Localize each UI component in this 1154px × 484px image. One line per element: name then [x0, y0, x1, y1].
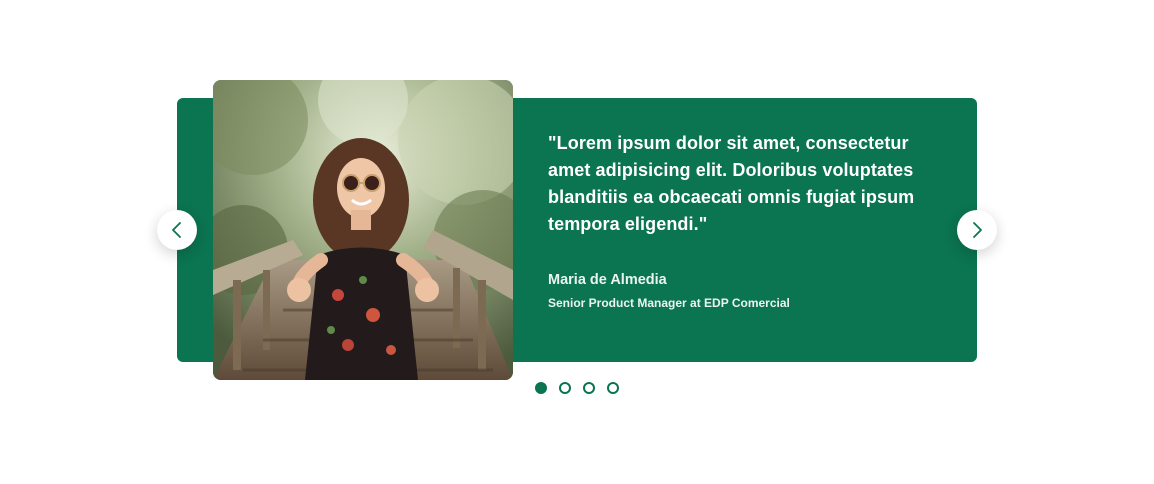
previous-button[interactable]	[157, 210, 197, 250]
pagination-dot[interactable]	[559, 382, 571, 394]
author-role: Senior Product Manager at EDP Comercial	[548, 296, 790, 310]
chevron-left-icon	[172, 222, 181, 238]
next-button[interactable]	[957, 210, 997, 250]
portrait-image	[213, 80, 513, 380]
pagination-dot[interactable]	[535, 382, 547, 394]
pagination-dot[interactable]	[607, 382, 619, 394]
testimonial-carousel: "Lorem ipsum dolor sit amet, consectetur…	[0, 0, 1154, 484]
testimonial-quote: "Lorem ipsum dolor sit amet, consectetur…	[548, 133, 915, 234]
pagination-dots	[535, 382, 619, 394]
chevron-right-icon	[973, 222, 982, 238]
author-name: Maria de Almedia	[548, 272, 667, 288]
testimonial-photo	[213, 80, 513, 380]
pagination-dot[interactable]	[583, 382, 595, 394]
